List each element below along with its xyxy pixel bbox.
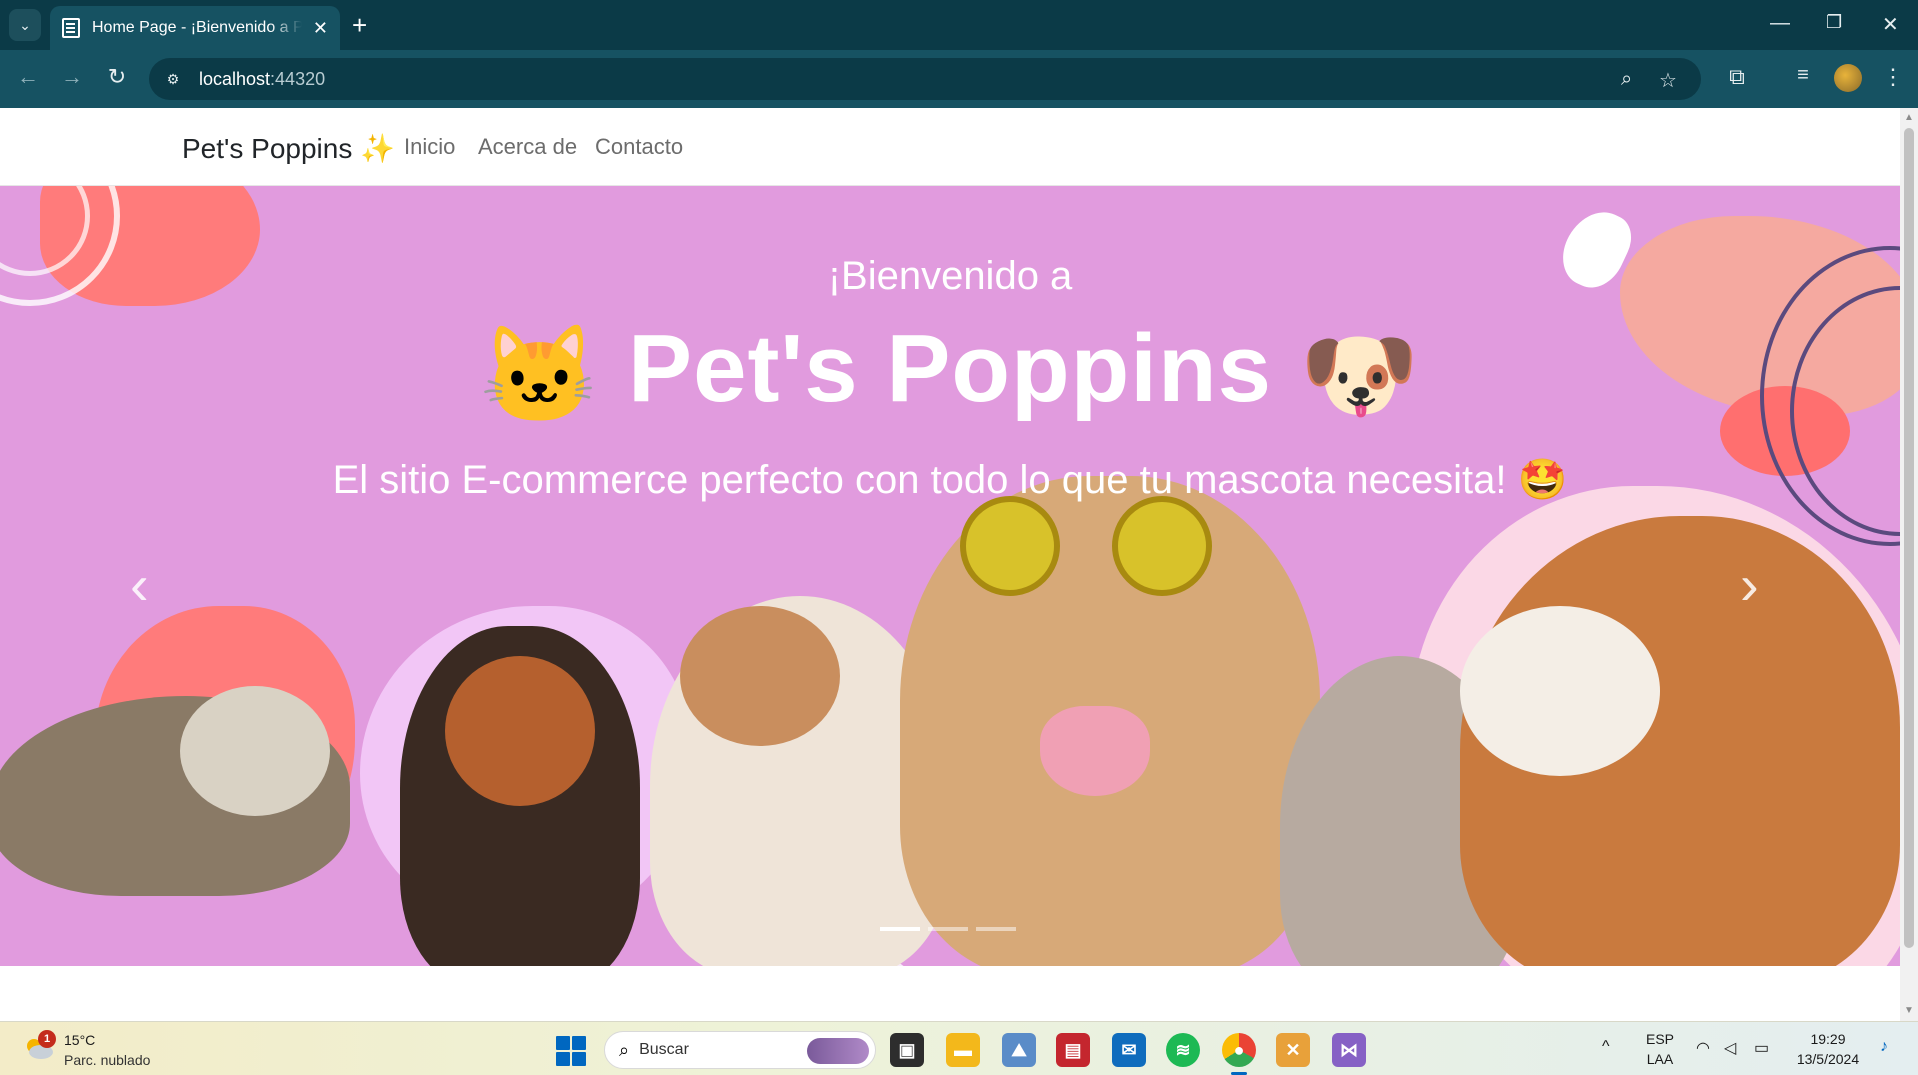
cat-face-image	[180, 686, 330, 816]
url-text[interactable]: localhost:44320	[199, 69, 325, 90]
address-bar[interactable]: ⚙ localhost:44320 ⌕ ☆	[149, 58, 1701, 100]
carousel-indicator-2[interactable]	[928, 927, 968, 931]
visual-studio-icon[interactable]: ⋈	[1332, 1033, 1366, 1067]
search-label: Buscar	[639, 1041, 689, 1058]
restore-window-icon[interactable]: ❐	[1826, 12, 1842, 33]
carousel-indicator-1[interactable]	[880, 927, 920, 931]
cat-face-icon: 🐱	[479, 321, 601, 429]
tab-search-button[interactable]: ⌄	[9, 9, 41, 41]
pdf-reader-icon[interactable]: ▤	[1056, 1033, 1090, 1067]
page-favicon-icon	[62, 18, 80, 38]
spotify-icon[interactable]: ≋	[1166, 1033, 1200, 1067]
task-view-icon[interactable]: ▣	[890, 1033, 924, 1067]
notification-bell-icon[interactable]: ♪	[1880, 1038, 1888, 1056]
language-layout[interactable]: LAA	[1644, 1051, 1676, 1067]
browser-tab-strip: ⌄ Home Page - ¡Bienvenido a Pet's Poppin…	[0, 0, 1918, 50]
new-tab-button[interactable]: +	[352, 10, 367, 40]
search-highlight-image	[807, 1038, 869, 1064]
site-brand-link[interactable]: Pet's Poppins ✨	[182, 132, 395, 165]
notification-badge: 1	[38, 1030, 56, 1048]
back-arrow-icon[interactable]: ←	[13, 64, 43, 90]
language-code[interactable]: ESP	[1644, 1031, 1676, 1047]
windows-start-icon[interactable]	[556, 1036, 586, 1066]
minimize-icon[interactable]: —	[1770, 12, 1790, 35]
nav-link-acerca-de[interactable]: Acerca de	[478, 134, 577, 160]
mail-icon[interactable]: ✉	[1112, 1033, 1146, 1067]
hero-title-text: Pet's Poppins	[628, 315, 1272, 422]
clock-date[interactable]: 13/5/2024	[1788, 1051, 1868, 1067]
hero-subtitle: El sitio E-commerce perfecto con todo lo…	[0, 456, 1900, 503]
carousel-indicator-3[interactable]	[976, 927, 1016, 931]
url-port: :44320	[270, 68, 326, 89]
browser-toolbar: ← → ↻ ⚙ localhost:44320 ⌕ ☆ ⧉ ≡ ⋮	[0, 50, 1918, 108]
zoom-icon[interactable]: ⌕	[1621, 68, 1632, 91]
url-host: localhost	[199, 68, 271, 89]
browser-menu-icon[interactable]: ⋮	[1878, 64, 1908, 90]
battery-icon[interactable]: ▭	[1754, 1038, 1769, 1058]
sunglasses-right-lens	[1112, 496, 1212, 596]
dog-beagle-muzzle	[1460, 606, 1660, 776]
tab-title: Home Page - ¡Bienvenido a Pet's Poppins	[92, 19, 302, 36]
dog-pinscher-face-image	[445, 656, 595, 806]
site-settings-icon[interactable]: ⚙	[157, 63, 189, 95]
dog-face-icon: 🐶	[1299, 321, 1421, 429]
show-hidden-icons-chevron-icon[interactable]: ^	[1602, 1038, 1610, 1056]
web-page: Pet's Poppins ✨ Inicio Acerca de Contact…	[0, 108, 1900, 1021]
carousel-indicators	[880, 927, 1016, 931]
site-navbar: Pet's Poppins ✨ Inicio Acerca de Contact…	[0, 108, 1900, 186]
app-launcher-icon[interactable]: ✕	[1276, 1033, 1310, 1067]
close-tab-icon[interactable]: ✕	[313, 18, 328, 39]
weather-description[interactable]: Parc. nublado	[64, 1052, 150, 1068]
browser-tab-active[interactable]: Home Page - ¡Bienvenido a Pet's Poppins …	[50, 6, 340, 50]
taskbar-search[interactable]: ⌕ Buscar	[604, 1031, 876, 1069]
scroll-down-icon[interactable]: ▼	[1904, 1005, 1914, 1016]
file-explorer-icon[interactable]: ▬	[946, 1033, 980, 1067]
nav-link-contacto[interactable]: Contacto	[595, 134, 683, 160]
volume-icon[interactable]: ◁	[1724, 1038, 1736, 1058]
hero-greeting: ¡Bienvenido a	[827, 254, 1073, 298]
sunglasses-left-lens	[960, 496, 1060, 596]
page-scrollbar[interactable]: ▲ ▼	[1900, 108, 1918, 1021]
wifi-icon[interactable]: ◠	[1696, 1038, 1710, 1058]
nav-link-inicio[interactable]: Inicio	[404, 134, 455, 160]
forward-arrow-icon[interactable]: →	[57, 64, 87, 90]
hero-subtitle-text: El sitio E-commerce perfecto con todo lo…	[332, 458, 1507, 502]
chrome-icon[interactable]: ●	[1222, 1033, 1256, 1067]
bookmark-star-icon[interactable]: ☆	[1659, 68, 1677, 93]
weather-temperature[interactable]: 15°C	[64, 1032, 95, 1048]
media-control-icon[interactable]: ≡	[1788, 64, 1818, 87]
photos-app-icon[interactable]: ⛰	[1002, 1033, 1036, 1067]
scroll-thumb[interactable]	[1904, 128, 1914, 948]
close-window-icon[interactable]: ✕	[1882, 12, 1899, 37]
dog-tongue	[1040, 706, 1150, 796]
dog-chihuahua-face-image	[680, 606, 840, 746]
windows-taskbar: 1 15°C Parc. nublado ⌕ Buscar ▣ ▬ ⛰ ▤ ✉ …	[0, 1021, 1918, 1075]
clock-time[interactable]: 19:29	[1788, 1031, 1868, 1047]
search-icon: ⌕	[619, 1039, 630, 1060]
profile-avatar[interactable]	[1834, 64, 1862, 92]
reload-icon[interactable]: ↻	[102, 64, 132, 90]
hero-carousel: ¡Bienvenido a 🐱 Pet's Poppins 🐶 El sitio…	[0, 186, 1900, 966]
scroll-up-icon[interactable]: ▲	[1904, 112, 1914, 123]
chevron-down-icon: ⌄	[19, 16, 31, 33]
extensions-puzzle-icon[interactable]: ⧉	[1722, 64, 1752, 90]
hero-title: 🐱 Pet's Poppins 🐶	[0, 314, 1900, 432]
star-eyes-icon: 🤩	[1517, 458, 1568, 502]
carousel-next-icon[interactable]: ›	[1740, 552, 1759, 617]
carousel-prev-icon[interactable]: ‹	[130, 552, 149, 617]
